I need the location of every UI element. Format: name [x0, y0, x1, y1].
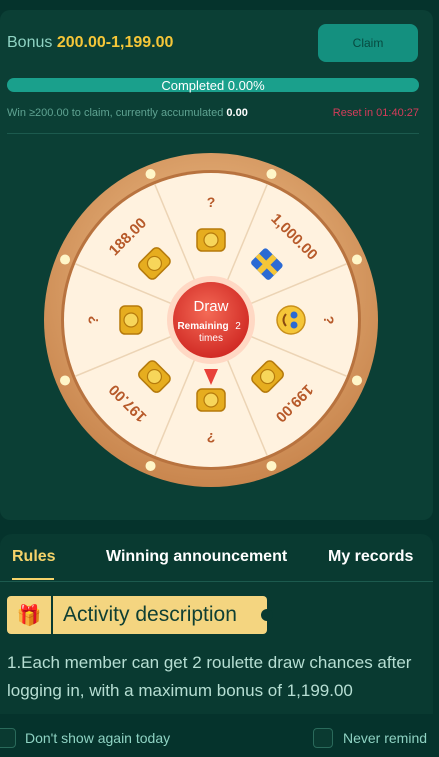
claim-hint: Win ≥200.00 to claim, currently accumula…	[7, 107, 248, 119]
gold-coins-icon	[196, 388, 226, 412]
bonus-amount: 200.00-1,199.00	[56, 34, 174, 51]
progress-bar: Completed 0.00%	[7, 77, 419, 93]
tab-my-records[interactable]: My records	[328, 548, 413, 566]
rim-light	[351, 375, 362, 386]
claim-button[interactable]: Claim	[318, 24, 418, 62]
activity-description: 1.Each member can get 2 roulette draw ch…	[7, 653, 412, 700]
times-label: times	[199, 333, 223, 344]
smiling-face-icon	[276, 305, 306, 335]
dont-show-checkbox[interactable]	[0, 728, 16, 748]
claim-hint-text: Win ≥200.00 to claim, currently accumula…	[7, 107, 224, 119]
tab-rules[interactable]: Rules	[12, 548, 56, 566]
never-remind-checkbox[interactable]	[313, 728, 333, 748]
segment-label: ?	[321, 316, 337, 325]
rim-light	[60, 375, 71, 386]
progress-text: Completed 0.00%	[161, 77, 265, 93]
bonus-label: Bonus	[7, 34, 53, 51]
rim-light	[351, 254, 362, 265]
tab-bar: Rules Winning announcement My records	[0, 534, 433, 582]
rim-light	[266, 460, 277, 471]
gold-coins-icon	[119, 305, 143, 335]
rim-light	[60, 254, 71, 265]
remaining-label: Remaining	[177, 321, 228, 332]
segment-label: ?	[207, 430, 216, 446]
activity-banner: Activity description	[53, 596, 273, 634]
reset-timer: Reset in 01:40:27	[332, 107, 419, 119]
remaining-count: 2	[235, 321, 241, 332]
activity-title: Activity description	[63, 603, 237, 626]
footer-bar: Don't show again today Never remind	[0, 714, 439, 757]
dont-show-label[interactable]: Don't show again today	[25, 730, 170, 746]
active-tab-indicator	[12, 578, 54, 580]
gold-coins-icon	[196, 228, 226, 252]
rim-light	[145, 460, 156, 471]
gift-icon: 🎁	[7, 596, 51, 634]
rules-card: Rules Winning announcement My records 🎁 …	[0, 534, 433, 714]
draw-button[interactable]	[173, 282, 249, 358]
rim-light	[266, 169, 277, 180]
segment-label: ?	[85, 316, 101, 325]
segment-label: ?	[207, 194, 216, 210]
accumulated-amount: 0.00	[226, 107, 248, 119]
bonus-range: Bonus 200.00-1,199.00	[7, 34, 173, 52]
rim-light	[145, 169, 156, 180]
never-remind-label[interactable]: Never remind	[343, 730, 427, 746]
tab-divider	[0, 581, 433, 582]
draw-label: Draw	[193, 298, 228, 315]
activity-header: 🎁 Activity description	[7, 596, 273, 634]
banner-notch	[261, 609, 273, 621]
roulette-wheel: ?1,000.00?199.00?197.00?188.00 Draw Rema…	[44, 153, 378, 487]
divider	[7, 133, 419, 134]
tab-winning-announcement[interactable]: Winning announcement	[106, 548, 287, 566]
